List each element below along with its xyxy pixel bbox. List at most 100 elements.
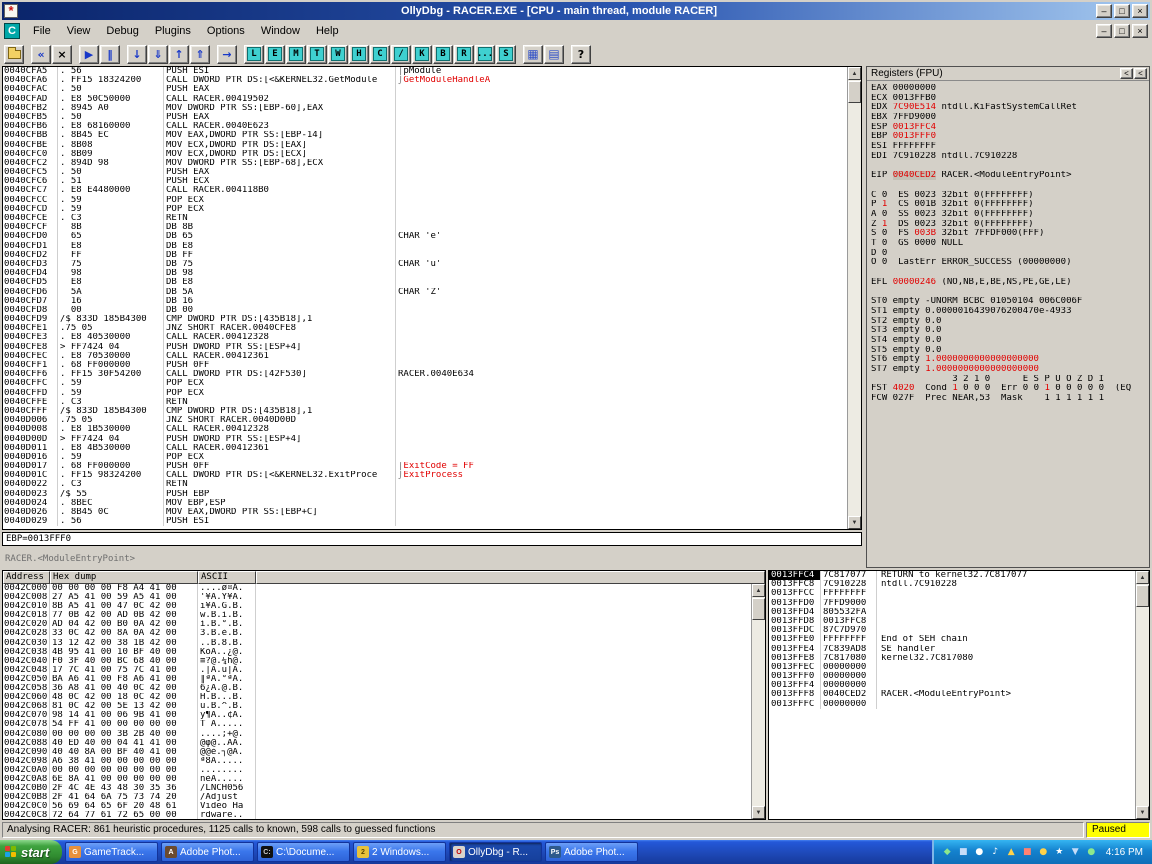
stack-row[interactable]: 0013FFDC 87C7D970 [769,626,1135,635]
close-button[interactable]: × [1132,4,1148,18]
disasm-row[interactable]: 0040CFD0 65 DB 65 CHAR 'e' [3,232,847,241]
register-line[interactable]: ST3 empty 0.0 [871,326,1149,336]
dump-row[interactable]: 0042C0B0 2F 4C 4E 43 48 30 35 36 /LNCH05… [3,784,751,793]
power-icon[interactable]: ● [1037,847,1050,857]
register-line[interactable]: T 0 GS 0000 NULL [871,239,1149,249]
disasm-row[interactable]: 0040D017 . 68 FF000000 PUSH 0FF ⌠ExitCod… [3,462,847,471]
disasm-row[interactable]: 0040CFAD . E8 50C50000 CALL RACER.004195… [3,95,847,104]
dump-row[interactable]: 0042C010 8B A5 41 00 47 0C 42 00 ï¥A.G.B… [3,602,751,611]
run-icon[interactable]: ▶ [79,45,99,64]
disasm-row[interactable]: 0040CFE1 .75 05 JNZ SHORT RACER.0040CFE8 [3,324,847,333]
usb-icon[interactable]: ▼ [1069,847,1082,857]
register-line[interactable]: C 0 ES 0023 32bit 0(FFFFFFFF) [871,191,1149,201]
disasm-row[interactable]: 0040CFAC . 50 PUSH EAX [3,85,847,94]
register-line[interactable]: ESI FFFFFFFF [871,142,1149,152]
disasm-scrollbar[interactable]: ▲ ▼ [847,67,861,529]
register-line[interactable]: ESP 0013FFC4 [871,123,1149,133]
disasm-row[interactable]: 0040D01C . FF15 98324200 CALL DWORD PTR … [3,471,847,480]
stack-scrollbar[interactable]: ▲ ▼ [1135,571,1149,819]
disasm-row[interactable]: 0040CFBE . 8B08 MOV ECX,DWORD PTR DS:[EA… [3,141,847,150]
start-button[interactable]: start [0,840,62,864]
open-file-button[interactable] [4,45,24,64]
stack-row[interactable]: 0013FFD0 7FFD9000 [769,599,1135,608]
disasm-row[interactable]: 0040CFFC . 59 POP ECX [3,379,847,388]
dump-scrollbar[interactable]: ▲ ▼ [751,584,765,819]
disasm-row[interactable]: 0040CFA5 . 56 PUSH ESI ⌠pModule [3,67,847,76]
register-line[interactable]: D 0 [871,249,1149,259]
step-over-icon[interactable]: ⇓ [148,45,168,64]
pane-letter-button[interactable]: R [454,45,474,64]
disasm-row[interactable]: 0040CFE3 . E8 40530000 CALL RACER.004123… [3,333,847,342]
menu-item[interactable]: File [25,22,59,40]
disasm-row[interactable]: 0040CFD2 FF DB FF [3,251,847,260]
register-line[interactable]: EDI 7C910228 ntdll.7C910228 [871,152,1149,162]
dump-row[interactable]: 0042C028 33 0C 42 00 8A 0A 42 00 3.B.è.B… [3,629,751,638]
menu-item[interactable]: Help [308,22,347,40]
pane-letter-button[interactable]: E [265,45,285,64]
disasm-row[interactable]: 0040CFD4 98 DB 98 [3,269,847,278]
disasm-row[interactable]: 0040CFFF /$ 833D 185B4300 CMP DWORD PTR … [3,407,847,416]
dump-row[interactable]: 0042C070 98 14 41 00 06 9B 41 00 ÿ¶A..¢A… [3,711,751,720]
firewall-icon[interactable]: ● [1085,847,1098,857]
dump-row[interactable]: 0042C048 17 7C 41 00 75 7C 41 00 .|A.u|A… [3,666,751,675]
menu-item[interactable]: Options [199,22,253,40]
register-line[interactable]: Z 1 DS 0023 32bit 0(FFFFFFFF) [871,220,1149,230]
pane-letter-button[interactable]: / [391,45,411,64]
pane-letter-button[interactable]: B [433,45,453,64]
dump-row[interactable]: 0042C0C0 56 69 64 65 6F 20 48 61 Video H… [3,802,751,811]
stack-row[interactable]: 0013FFD4 805532FA [769,608,1135,617]
volume-icon[interactable]: ♪ [989,847,1002,857]
menu-item[interactable]: Debug [98,22,146,40]
scroll-thumb[interactable] [848,81,861,103]
register-line[interactable]: ST7 empty 1.0000000000000000000 [871,365,1149,375]
stack-row[interactable]: 0013FFC4 7C817077 RETURN to kernel32.7C8… [769,571,1135,580]
pane-letter-button[interactable]: M [286,45,306,64]
pane-letter-button[interactable]: W [328,45,348,64]
menu-item[interactable]: View [59,22,99,40]
stack-row[interactable]: 0013FFE4 7C839AD8 SE handler [769,645,1135,654]
display-icon[interactable]: ■ [957,847,970,857]
task-gametracker[interactable]: G GameTrack... [65,842,158,862]
stack-row[interactable]: 0013FFD8 0013FFC8 [769,617,1135,626]
register-line[interactable] [871,181,1149,191]
dump-row[interactable]: 0042C060 48 0C 42 00 18 0C 42 00 H.B...B… [3,693,751,702]
disasm-row[interactable]: 0040CFCC . 59 POP ECX [3,196,847,205]
disasm-row[interactable]: 0040CFCD . 59 POP ECX [3,205,847,214]
register-line[interactable]: P 1 CS 001B 32bit 0(FFFFFFFF) [871,200,1149,210]
dump-row[interactable]: 0042C0C8 72 64 77 61 72 65 00 00 rdware.… [3,811,751,819]
stack-row[interactable]: 0013FFFC 00000000 [769,700,1135,709]
disasm-row[interactable]: 0040CFD1 E8 DB E8 [3,242,847,251]
dump-row[interactable]: 0042C058 36 A8 41 00 40 0C 42 00 6¿A.@.B… [3,684,751,693]
help-icon[interactable]: ? [571,45,591,64]
stack-row[interactable]: 0013FFEC 00000000 [769,663,1135,672]
stack-row[interactable]: 0013FFC8 7C910228 ntdll.7C910228 [769,580,1135,589]
minimize-button[interactable]: – [1096,4,1112,18]
dump-row[interactable]: 0042C068 81 0C 42 00 5E 13 42 00 ü.B.^.B… [3,702,751,711]
disasm-row[interactable]: 0040CFD8 00 DB 00 [3,306,847,315]
disasm-row[interactable]: 0040D029 . 56 PUSH ESI [3,517,847,526]
dump-row[interactable]: 0042C088 40 ED 40 00 04 41 41 00 @φ@..AA… [3,739,751,748]
messenger-icon[interactable]: ■ [1021,847,1034,857]
disasm-row[interactable]: 0040D023 /$ 55 PUSH EBP [3,490,847,499]
register-line[interactable] [871,268,1149,278]
menu-item[interactable]: Window [253,22,308,40]
pane-letter-button[interactable]: S [496,45,516,64]
dump-row[interactable]: 0042C040 F0 3F 40 00 BC 68 40 00 ≡?@.¼h@… [3,657,751,666]
disasm-row[interactable]: 0040CFCE . C3 RETN [3,214,847,223]
disasm-row[interactable]: 0040CFC5 . 50 PUSH EAX [3,168,847,177]
disasm-row[interactable]: 0040CFD3 75 DB 75 CHAR 'u' [3,260,847,269]
disasm-row[interactable]: 0040CFA6 . FF15 18324200 CALL DWORD PTR … [3,76,847,85]
stack-row[interactable]: 0013FFCC FFFFFFFF [769,589,1135,598]
update-icon[interactable]: ▲ [1005,847,1018,857]
dump-row[interactable]: 0042C018 77 0B 42 00 AD 0B 42 00 w.B.í.B… [3,611,751,620]
register-line[interactable]: EBX 7FFD9000 [871,113,1149,123]
disasm-row[interactable]: 0040CFEC . E8 70530000 CALL RACER.004123… [3,352,847,361]
scroll-up-icon[interactable]: ▲ [848,67,861,80]
disasm-row[interactable]: 0040CFC7 . E8 E4480000 CALL RACER.004118… [3,186,847,195]
disasm-row[interactable]: 0040D006 .75 05 JNZ SHORT RACER.0040D00D [3,416,847,425]
pane-letter-button[interactable]: ... [475,45,495,64]
task-adobe-photoshop-1[interactable]: A Adobe Phot... [161,842,254,862]
register-line[interactable]: A 0 SS 0023 32bit 0(FFFFFFFF) [871,210,1149,220]
register-line[interactable]: ST6 empty 1.0000000000000000000 [871,355,1149,365]
disasm-row[interactable]: 0040CFB6 . E8 68160000 CALL RACER.0040E6… [3,122,847,131]
